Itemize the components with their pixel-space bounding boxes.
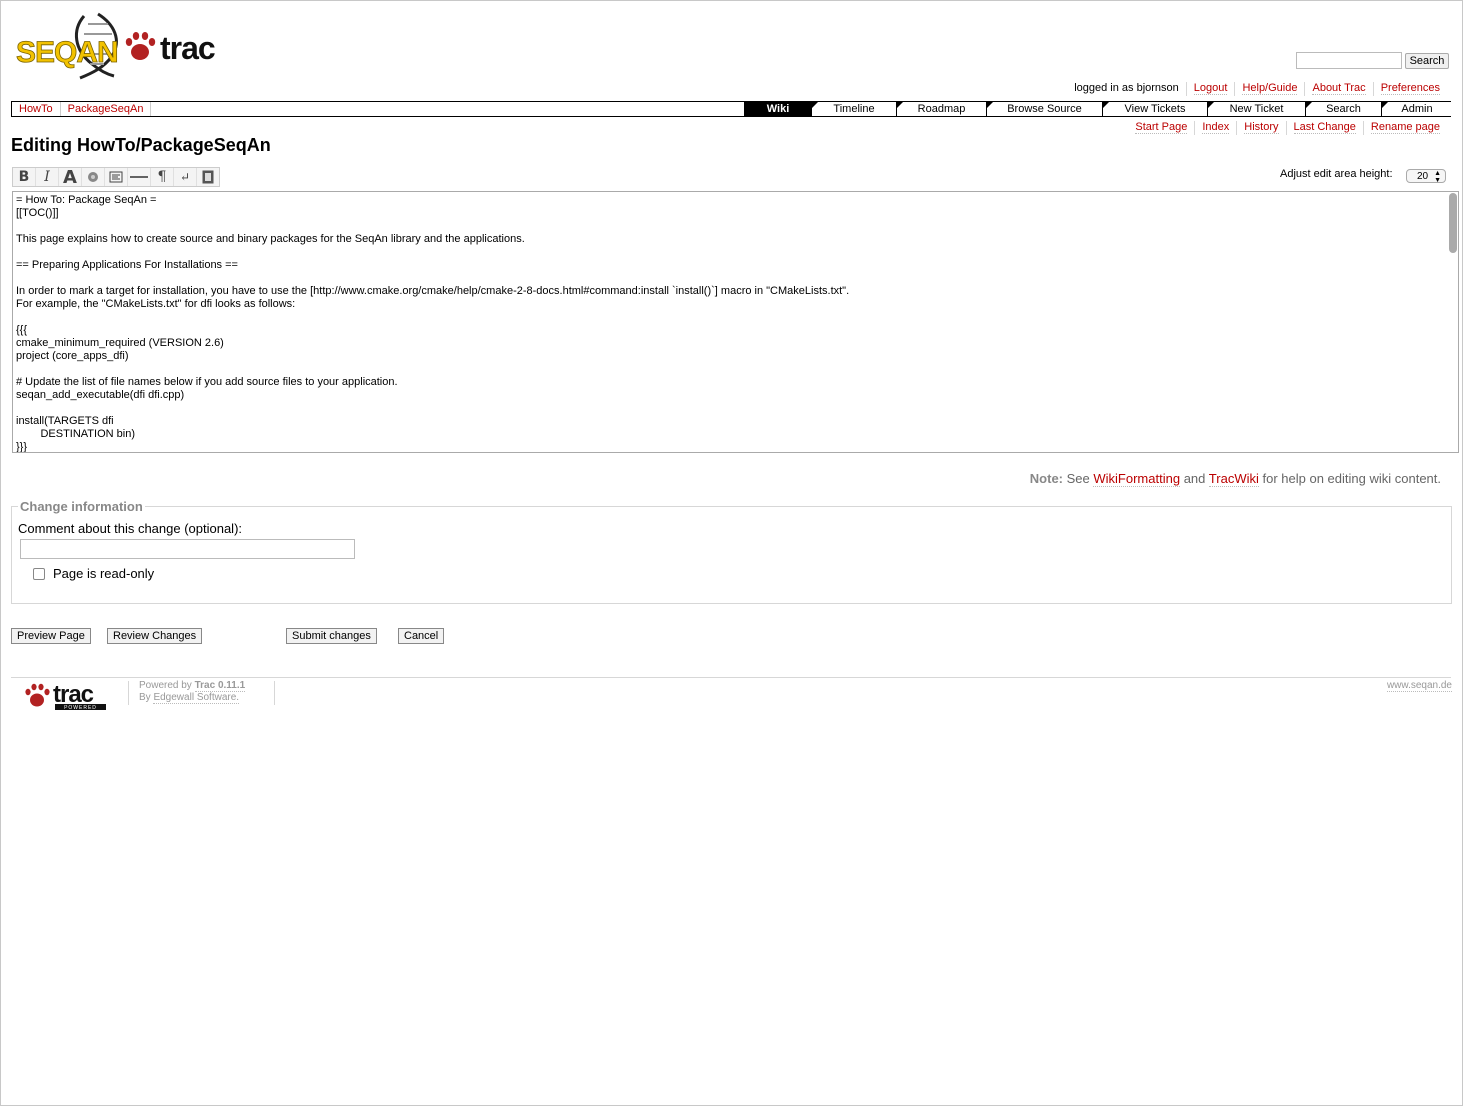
wiki-edit-toolbar: B I A ¶ ↵	[12, 167, 220, 188]
readonly-label: Page is read-only	[53, 566, 155, 581]
wiki-formatting-link[interactable]: WikiFormatting	[1093, 471, 1181, 487]
logout-link-item[interactable]: Logout	[1185, 82, 1235, 96]
svg-text:SEQAN: SEQAN	[16, 36, 118, 69]
search-input[interactable]	[1296, 52, 1402, 69]
readonly-checkbox[interactable]	[33, 567, 45, 580]
ctxtnav-last-change-item[interactable]: Last Change	[1285, 121, 1363, 135]
footer-separator	[128, 681, 129, 705]
preview-page-button[interactable]: Preview Page	[11, 628, 91, 644]
tab-view-tickets[interactable]: View Tickets	[1102, 102, 1207, 116]
help-link-item[interactable]: Help/Guide	[1234, 82, 1304, 96]
preferences-link-item[interactable]: Preferences	[1372, 82, 1447, 96]
readonly-option[interactable]: Page is read-only	[33, 566, 154, 581]
seqan-trac-logo[interactable]: SEQAN trac	[14, 10, 229, 82]
meta-navigation: logged in as bjornson Logout Help/Guide …	[1067, 82, 1447, 96]
link-icon[interactable]	[82, 168, 105, 186]
change-information-fieldset: Change information Comment about this ch…	[11, 499, 1452, 604]
trac-powered-logo[interactable]: trac POWERED	[22, 680, 110, 712]
context-navigation: Start Page Index History Last Change Ren…	[1128, 121, 1447, 135]
logged-in-text: logged in as bjornson	[1074, 82, 1179, 94]
change-info-legend: Change information	[18, 499, 145, 514]
breadcrumb: HowTo PackageSeqAn	[12, 102, 152, 116]
note-and: and	[1183, 471, 1206, 486]
breadcrumb-howto[interactable]: HowTo	[12, 102, 61, 116]
svg-text:POWERED: POWERED	[64, 705, 97, 711]
logout-link[interactable]: Logout	[1193, 82, 1228, 95]
edgewall-link[interactable]: Edgewall Software.	[153, 692, 240, 704]
start-page-link[interactable]: Start Page	[1135, 121, 1188, 134]
wiki-text-editor[interactable]: = How To: Package SeqAn = [[TOC()]] This…	[12, 191, 1459, 453]
tab-timeline[interactable]: Timeline	[811, 102, 896, 116]
editor-scrollbar[interactable]	[1449, 193, 1457, 253]
ctxtnav-index-item[interactable]: Index	[1194, 121, 1236, 135]
line-break-icon[interactable]: ↵	[174, 168, 197, 186]
about-link-item[interactable]: About Trac	[1304, 82, 1372, 96]
tab-search[interactable]: Search	[1305, 102, 1381, 116]
paragraph-icon[interactable]: ¶	[151, 168, 174, 186]
note-label: Note:	[1029, 471, 1063, 486]
image-icon[interactable]	[197, 168, 219, 186]
comment-label: Comment about this change (optional):	[18, 521, 243, 536]
breadcrumb-packageseqan[interactable]: PackageSeqAn	[61, 102, 152, 116]
search-button[interactable]: Search	[1405, 53, 1449, 69]
index-link[interactable]: Index	[1202, 121, 1230, 134]
svg-text:trac: trac	[53, 681, 94, 708]
tab-admin[interactable]: Admin	[1381, 102, 1452, 116]
ctxtnav-rename-item[interactable]: Rename page	[1362, 121, 1447, 135]
cancel-button[interactable]: Cancel	[398, 628, 445, 644]
tab-new-ticket[interactable]: New Ticket	[1207, 102, 1305, 116]
last-change-link[interactable]: Last Change	[1293, 121, 1356, 134]
italic-icon[interactable]: I	[36, 168, 59, 186]
footer-separator	[274, 681, 275, 705]
trac-version-link[interactable]: Trac 0.11.1	[194, 680, 246, 692]
editor-content[interactable]: = How To: Package SeqAn = [[TOC()]] This…	[13, 192, 1458, 452]
edit-height-select[interactable]: 20 ▲ ▼	[1406, 169, 1446, 184]
note-see: See	[1066, 471, 1090, 486]
history-link[interactable]: History	[1244, 121, 1279, 134]
preferences-link[interactable]: Preferences	[1380, 82, 1440, 95]
help-note: Note: See WikiFormatting and TracWiki fo…	[1029, 471, 1442, 487]
adjust-height-label: Adjust edit area height:	[1280, 168, 1393, 180]
by-label: By	[139, 692, 151, 703]
bold-icon[interactable]: B	[13, 168, 36, 186]
help-guide-link[interactable]: Help/Guide	[1242, 82, 1298, 95]
footer-divider	[11, 677, 1451, 678]
comment-input[interactable]	[20, 539, 355, 559]
tracwiki-link[interactable]: TracWiki	[1208, 471, 1259, 487]
review-changes-button[interactable]: Review Changes	[107, 628, 203, 644]
tab-browse-source[interactable]: Browse Source	[986, 102, 1102, 116]
horizontal-rule-icon[interactable]	[128, 168, 151, 186]
svg-text:trac: trac	[160, 30, 215, 66]
seqan-site-link[interactable]: www.seqan.de	[1386, 680, 1452, 692]
powered-by-label: Powered by	[139, 680, 192, 691]
code-block-icon[interactable]	[105, 168, 128, 186]
page-title: Editing HowTo/PackageSeqAn	[11, 135, 271, 155]
rename-page-link[interactable]: Rename page	[1370, 121, 1440, 134]
powered-by-text: Powered by Trac 0.11.1 By Edgewall Softw…	[139, 680, 246, 704]
ctxtnav-history-item[interactable]: History	[1236, 121, 1285, 135]
tab-roadmap[interactable]: Roadmap	[896, 102, 986, 116]
ctxtnav-start-page-item[interactable]: Start Page	[1128, 121, 1194, 135]
main-tabs: Wiki Timeline Roadmap Browse Source View…	[744, 102, 1452, 116]
about-trac-link[interactable]: About Trac	[1312, 82, 1366, 95]
heading-icon[interactable]: A	[59, 167, 82, 188]
submit-changes-button[interactable]: Submit changes	[286, 628, 377, 644]
main-navigation-bar: HowTo PackageSeqAn Wiki Timeline Roadmap…	[11, 101, 1452, 117]
note-rest: for help on editing wiki content.	[1262, 471, 1442, 486]
select-arrows-icon: ▲ ▼	[1434, 170, 1441, 184]
tab-wiki[interactable]: Wiki	[744, 102, 811, 116]
edit-height-value: 20	[1417, 171, 1429, 182]
